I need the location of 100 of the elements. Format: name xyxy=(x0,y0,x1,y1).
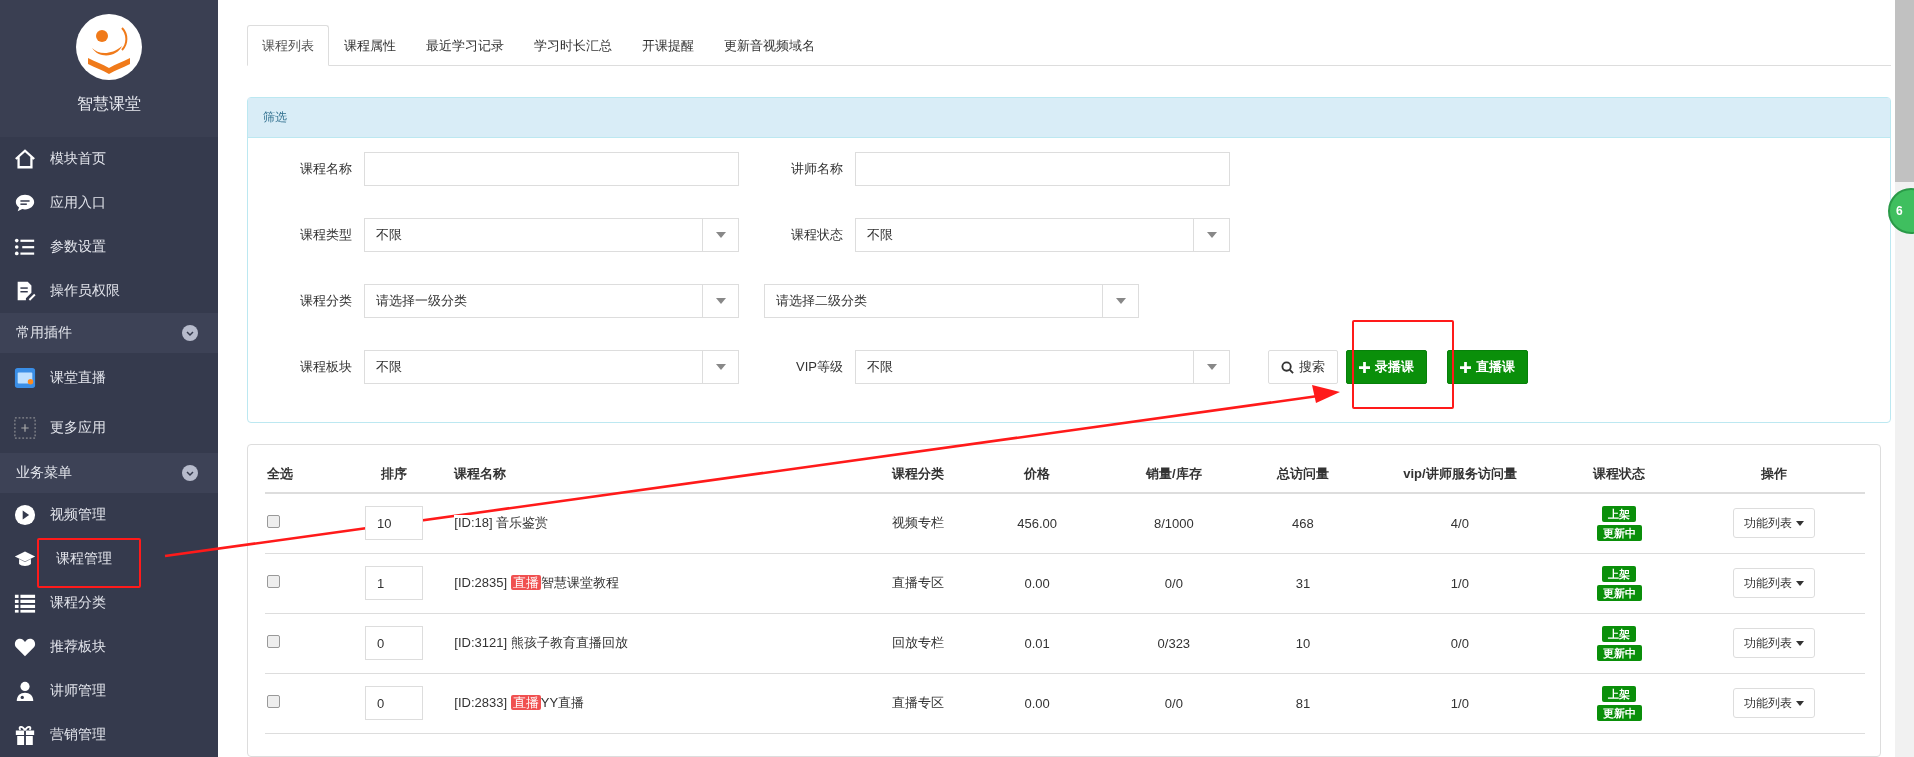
table-cell: 1/0 xyxy=(1363,553,1557,613)
sidebar-item[interactable]: 课程分类 xyxy=(0,581,218,625)
chevron-icon[interactable] xyxy=(182,465,198,481)
table-cell: 0/0 xyxy=(1105,553,1243,613)
add-button[interactable]: 直播课 xyxy=(1447,350,1528,384)
select-field[interactable]: 请选择二级分类 xyxy=(764,284,1139,318)
order-input[interactable]: 0 xyxy=(365,626,424,660)
column-header: 课程分类 xyxy=(867,455,969,493)
field-label: 课程分类 xyxy=(299,292,353,310)
scrollbar-thumb[interactable] xyxy=(1895,0,1914,182)
column-header: 价格 xyxy=(968,455,1106,493)
table-cell: 直播专区 xyxy=(867,673,969,733)
caret-icon xyxy=(715,364,726,370)
table-cell: 0/0 xyxy=(1363,613,1557,673)
table-cell: 81 xyxy=(1242,673,1364,733)
sidebar-item[interactable]: 课程管理 xyxy=(0,537,218,581)
sidebar-item[interactable]: 推荐板块 xyxy=(0,625,218,669)
status-badge: 更新中 xyxy=(1596,644,1642,661)
row-checkbox[interactable] xyxy=(267,695,280,708)
table-cell: 31 xyxy=(1242,553,1364,613)
menu-section-header[interactable]: 常用插件 xyxy=(0,313,218,353)
field-label: VIP等级 xyxy=(795,358,844,376)
caret-icon xyxy=(1795,580,1804,586)
action-dropdown[interactable]: 功能列表 xyxy=(1732,628,1815,658)
action-dropdown[interactable]: 功能列表 xyxy=(1732,508,1815,539)
settings-list-icon xyxy=(14,236,36,258)
add-button[interactable]: 录播课 xyxy=(1346,350,1427,384)
table-cell: 1/0 xyxy=(1363,673,1557,733)
table-cell: 4/0 xyxy=(1363,493,1557,553)
input-field[interactable] xyxy=(364,152,739,186)
scrollbar[interactable] xyxy=(1895,0,1914,757)
menu-section-header[interactable]: 业务菜单 xyxy=(0,453,218,493)
tab[interactable]: 更新音视频域名 xyxy=(709,25,830,66)
column-header: 课程状态 xyxy=(1556,455,1683,493)
course-name: [ID:2833] 直播 YY直播 xyxy=(454,695,585,710)
chevron-icon[interactable] xyxy=(182,325,198,341)
select-field[interactable]: 请选择一级分类 xyxy=(364,284,739,318)
tab[interactable]: 课程属性 xyxy=(329,25,411,66)
caret-icon xyxy=(715,298,726,304)
sidebar-item[interactable]: 讲师管理 xyxy=(0,669,218,713)
plus-icon xyxy=(1460,361,1471,373)
table-cell: 468 xyxy=(1242,493,1364,553)
status-badge: 更新中 xyxy=(1596,704,1642,721)
order-input[interactable]: 1 xyxy=(365,566,424,600)
caret-icon xyxy=(1795,700,1804,706)
caret-icon xyxy=(715,232,726,238)
table-cell: 10 xyxy=(1242,613,1364,673)
table-cell: 回放专栏 xyxy=(867,613,969,673)
select-field[interactable]: 不限 xyxy=(364,218,739,252)
tab[interactable]: 课程列表 xyxy=(247,25,329,66)
order-input[interactable]: 0 xyxy=(365,686,424,720)
tab[interactable]: 最近学习记录 xyxy=(411,25,519,66)
course-name: [ID:3121] 熊孩子教育直播回放 xyxy=(454,635,628,650)
sidebar-item[interactable]: 操作员权限 xyxy=(0,269,218,313)
chat-icon xyxy=(14,192,36,214)
sidebar-item[interactable]: 应用入口 xyxy=(0,181,218,225)
table-cell: 0.01 xyxy=(968,613,1106,673)
column-header[interactable]: 全选 xyxy=(265,455,336,493)
course-name: [ID:2835] 直播 智慧课堂教程 xyxy=(454,575,619,590)
table-cell: 直播专区 xyxy=(867,553,969,613)
search-button[interactable]: 搜索 xyxy=(1268,350,1338,384)
action-dropdown[interactable]: 功能列表 xyxy=(1732,688,1815,718)
order-input[interactable]: 10 xyxy=(365,506,424,541)
heart-icon xyxy=(14,636,36,658)
table-cell: 8/1000 xyxy=(1105,493,1243,553)
input-field[interactable] xyxy=(855,152,1230,186)
table-cell: 0/0 xyxy=(1105,673,1243,733)
gift-icon xyxy=(14,724,36,746)
status-badge: 更新中 xyxy=(1596,584,1642,601)
field-label: 讲师名称 xyxy=(790,160,844,178)
column-header: 总访问量 xyxy=(1242,455,1364,493)
select-field[interactable]: 不限 xyxy=(364,350,739,384)
section-title: 业务菜单 xyxy=(16,464,72,482)
logo-icon xyxy=(76,14,142,80)
sidebar-item[interactable]: 视频管理 xyxy=(0,493,218,537)
row-checkbox[interactable] xyxy=(267,515,280,529)
section-title: 常用插件 xyxy=(16,324,72,342)
tab[interactable]: 学习时长汇总 xyxy=(519,25,627,66)
action-dropdown[interactable]: 功能列表 xyxy=(1732,568,1815,598)
field-label: 课程状态 xyxy=(790,226,844,244)
search-icon xyxy=(1281,360,1294,374)
caret-icon xyxy=(1206,364,1217,370)
plus-icon xyxy=(1359,361,1370,373)
sidebar-item[interactable]: 模块首页 xyxy=(0,137,218,181)
column-header: 销量/库存 xyxy=(1105,455,1243,493)
select-field[interactable]: 不限 xyxy=(855,218,1230,252)
sidebar-item[interactable]: 更多应用 xyxy=(0,403,218,453)
sidebar-item[interactable]: 课堂直播 xyxy=(0,353,218,403)
play-icon xyxy=(14,504,36,526)
tab[interactable]: 开课提醒 xyxy=(627,25,709,66)
select-field[interactable]: 不限 xyxy=(855,350,1230,384)
column-header: vip/讲师服务访问量 xyxy=(1363,455,1557,493)
table-cell: 456.00 xyxy=(968,493,1106,553)
field-label: 课程板块 xyxy=(299,358,353,376)
sidebar-item[interactable]: 参数设置 xyxy=(0,225,218,269)
row-checkbox[interactable] xyxy=(267,635,280,648)
caret-icon xyxy=(1795,640,1804,646)
sidebar-item[interactable]: 营销管理 xyxy=(0,713,218,757)
status-badge: 上架 xyxy=(1602,685,1637,702)
row-checkbox[interactable] xyxy=(267,575,280,588)
